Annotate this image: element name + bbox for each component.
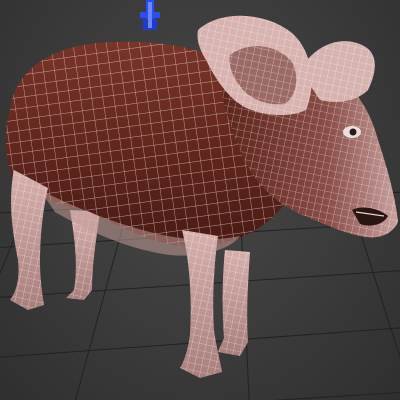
3d-viewport[interactable] (0, 0, 400, 400)
back-leg-near (10, 170, 48, 310)
pig-model[interactable] (5, 15, 398, 378)
pig-eye (343, 126, 361, 138)
viewport-canvas[interactable] (0, 0, 400, 400)
transform-gizmo-icon[interactable] (140, 0, 160, 30)
